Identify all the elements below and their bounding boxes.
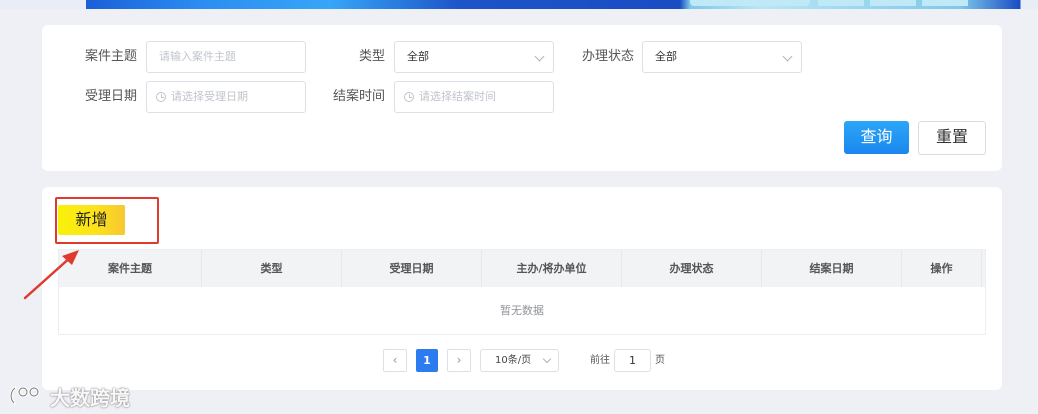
close-time-label: 结案时间 — [332, 89, 385, 104]
brand-logo-icon — [9, 386, 40, 405]
clock-icon — [156, 92, 166, 102]
page-size-select[interactable]: 10条/页 — [480, 349, 559, 372]
goto-page-input[interactable]: 1 — [614, 349, 651, 372]
prev-page-button[interactable]: ‹ — [383, 349, 407, 372]
page-size-value: 10条/页 — [495, 355, 532, 366]
top-banner — [0, 0, 1038, 9]
goto-suffix: 页 — [655, 355, 665, 366]
add-button[interactable]: 新增 — [58, 205, 125, 235]
next-page-button[interactable]: › — [447, 349, 471, 372]
chevron-right-icon: › — [456, 353, 462, 367]
column-header-unit[interactable]: 主办/将办单位 — [482, 250, 622, 287]
empty-state: 暂无数据 — [500, 304, 544, 317]
type-select[interactable]: 全部 — [394, 41, 554, 73]
page-number-current[interactable]: 1 — [416, 349, 438, 372]
status-select[interactable]: 全部 — [642, 41, 802, 73]
goto-prefix: 前往 — [590, 355, 610, 366]
accept-date-label: 受理日期 — [84, 89, 137, 104]
reset-button[interactable]: 重置 — [918, 121, 986, 155]
query-button[interactable]: 查询 — [844, 121, 909, 154]
clock-icon — [404, 92, 414, 102]
column-header-accept-date[interactable]: 受理日期 — [342, 250, 482, 287]
close-time-placeholder: 请选择结案时间 — [419, 90, 496, 103]
banner-tab — [922, 0, 968, 6]
banner-tab — [690, 0, 810, 6]
subject-placeholder: 请输入案件主题 — [159, 50, 236, 63]
column-header-status[interactable]: 办理状态 — [622, 250, 762, 287]
chevron-left-icon: ‹ — [392, 353, 398, 367]
subject-label: 案件主题 — [84, 49, 137, 64]
column-header-actions: 操作 — [902, 250, 982, 287]
banner-tab — [818, 0, 864, 6]
column-header-type[interactable]: 类型 — [202, 250, 342, 287]
accept-date-picker[interactable]: 请选择受理日期 — [146, 81, 306, 113]
table-header: 案件主题 类型 受理日期 主办/将办单位 办理状态 结案日期 操作 — [59, 250, 985, 287]
search-panel: 案件主题 请输入案件主题 类型 全部 办理状态 全部 受理日期 请选择受理日期 … — [42, 25, 1002, 171]
status-select-value: 全部 — [655, 50, 677, 63]
status-label: 办理状态 — [581, 49, 634, 64]
results-table: 案件主题 类型 受理日期 主办/将办单位 办理状态 结案日期 操作 暂无数据 — [58, 249, 986, 335]
column-header-subject[interactable]: 案件主题 — [59, 250, 202, 287]
results-panel: 新增 案件主题 类型 受理日期 主办/将办单位 办理状态 结案日期 操作 暂无数… — [42, 187, 1002, 390]
subject-input[interactable]: 请输入案件主题 — [146, 41, 306, 73]
close-time-picker[interactable]: 请选择结案时间 — [394, 81, 554, 113]
watermark-text: 大数跨境 — [50, 385, 130, 410]
watermark: 大数跨境 — [8, 381, 130, 411]
banner-tab — [870, 0, 916, 6]
chevron-down-icon — [534, 51, 545, 62]
accept-date-placeholder: 请选择受理日期 — [171, 90, 248, 103]
type-label: 类型 — [358, 49, 385, 64]
chevron-down-icon — [542, 354, 552, 364]
type-select-value: 全部 — [407, 50, 429, 63]
column-header-close-date[interactable]: 结案日期 — [762, 250, 902, 287]
chevron-down-icon — [782, 51, 793, 62]
